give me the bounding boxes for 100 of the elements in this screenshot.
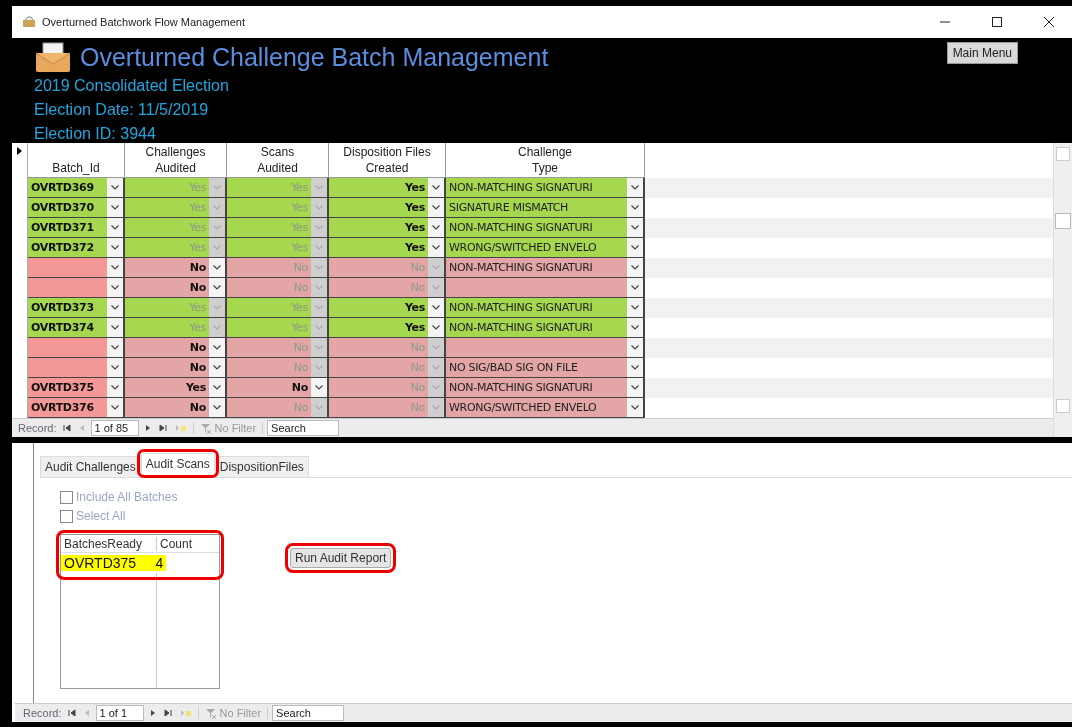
tab[interactable]: Audit Challenges (40, 456, 141, 477)
yes-no-dropdown[interactable]: Yes (329, 238, 446, 258)
caret-icon (631, 205, 639, 210)
checkbox-label: Select All (76, 509, 126, 523)
caret-icon (432, 305, 440, 310)
caret-icon (315, 205, 323, 210)
challenge-type-dropdown[interactable]: WRONG/SWITCHED ENVELO (446, 398, 645, 418)
yes-no-dropdown[interactable]: No (125, 278, 227, 298)
caret-icon (315, 305, 323, 310)
challenge-type-dropdown[interactable]: SIGNATURE MISMATCH (446, 198, 645, 218)
previous-record-icon (78, 424, 85, 432)
challenge-type-dropdown[interactable]: NON-MATCHING SIGNATURI (446, 318, 645, 338)
yes-no-dropdown[interactable]: Yes (329, 218, 446, 238)
caret-icon (213, 205, 221, 210)
caret-icon (213, 185, 221, 190)
caret-icon (315, 285, 323, 290)
challenge-type-dropdown[interactable]: NON-MATCHING SIGNATURI (446, 298, 645, 318)
challenge-type-dropdown[interactable]: NON-MATCHING SIGNATURI (446, 378, 645, 398)
yes-no-dropdown[interactable]: No (227, 378, 329, 398)
tab[interactable]: DispositionFiles (214, 456, 309, 477)
batch-id-dropdown[interactable] (28, 358, 125, 378)
caret-icon (315, 245, 323, 250)
filter-icon (204, 707, 217, 719)
challenge-type-dropdown[interactable]: NON-MATCHING SIGNATURI (446, 218, 645, 238)
main-menu-button[interactable]: Main Menu (946, 42, 1018, 64)
yes-no-dropdown[interactable]: No (125, 358, 227, 378)
yes-no-dropdown[interactable]: Yes (125, 378, 227, 398)
search-field[interactable]: Search (272, 705, 345, 721)
last-record-icon (163, 709, 172, 717)
yes-no-dropdown[interactable]: Yes (329, 198, 446, 218)
batch-id-dropdown[interactable]: OVRTD373 (28, 298, 125, 318)
caret-icon (631, 365, 639, 370)
challenge-type-dropdown[interactable]: WRONG/SWITCHED ENVELO (446, 238, 645, 258)
batch-id-dropdown[interactable]: OVRTD372 (28, 238, 125, 258)
column-header[interactable]: Batch_Id (28, 143, 125, 178)
caret-icon (111, 185, 119, 190)
caret-icon (213, 285, 221, 290)
vertical-scrollbar[interactable] (1053, 143, 1072, 437)
caret-icon (432, 225, 440, 230)
yes-no-dropdown[interactable]: Yes (329, 318, 446, 338)
yes-no-dropdown[interactable]: Yes (329, 178, 446, 198)
search-field[interactable]: Search (267, 420, 340, 436)
previous-record-icon (83, 709, 90, 717)
caret-icon (111, 245, 119, 250)
caret-icon (631, 185, 639, 190)
batch-id-dropdown[interactable] (28, 258, 125, 278)
batch-id-dropdown[interactable]: OVRTD369 (28, 178, 125, 198)
yes-no-dropdown[interactable]: No (125, 398, 227, 418)
challenge-type-dropdown[interactable]: NON-MATCHING SIGNATURI (446, 178, 645, 198)
caret-icon (213, 265, 221, 270)
challenge-type-dropdown[interactable]: NO SIG/BAD SIG ON FILE (446, 358, 645, 378)
list-column-header: BatchesReady (61, 536, 157, 551)
batch-id-dropdown[interactable]: OVRTD370 (28, 198, 125, 218)
caret-icon (631, 325, 639, 330)
first-record-icon (67, 709, 76, 717)
column-header[interactable]: Disposition Files Created (329, 143, 446, 178)
caret-icon (111, 405, 119, 410)
caret-icon (631, 385, 639, 390)
caret-icon (315, 325, 323, 330)
caret-icon (315, 225, 323, 230)
challenge-type-dropdown[interactable]: NON-MATCHING SIGNATURI (446, 258, 645, 278)
column-header[interactable]: Scans Audited (227, 143, 329, 178)
close-icon (1044, 17, 1054, 27)
caret-icon (213, 305, 221, 310)
caret-icon (315, 405, 323, 410)
challenge-type-dropdown[interactable] (446, 338, 645, 358)
challenge-type-dropdown[interactable] (446, 278, 645, 298)
caret-icon (631, 285, 639, 290)
first-record-icon (62, 424, 71, 432)
caret-icon (111, 345, 119, 350)
caret-icon (213, 325, 221, 330)
batch-id-dropdown[interactable] (28, 338, 125, 358)
caret-icon (631, 405, 639, 410)
caret-icon (111, 205, 119, 210)
caret-icon (315, 265, 323, 270)
list-item[interactable]: OVRTD375 4 (61, 555, 167, 571)
record-position-field[interactable]: 1 of 1 (95, 705, 144, 721)
caret-icon (111, 365, 119, 370)
caret-icon (432, 205, 440, 210)
caret-icon (315, 345, 323, 350)
column-header[interactable]: Challenge Type (446, 143, 645, 178)
envelope-icon (34, 41, 72, 73)
caret-icon (432, 265, 440, 270)
batch-id-dropdown[interactable]: OVRTD375 (28, 378, 125, 398)
caret-icon (315, 185, 323, 190)
caret-icon (432, 325, 440, 330)
yes-no-dropdown[interactable]: Yes (329, 298, 446, 318)
caret-icon (315, 365, 323, 370)
batch-id-dropdown[interactable]: OVRTD374 (28, 318, 125, 338)
yes-no-dropdown[interactable]: No (125, 258, 227, 278)
column-header[interactable]: Challenges Audited (125, 143, 227, 178)
caret-icon (111, 305, 119, 310)
record-position-field[interactable]: 1 of 85 (90, 420, 139, 436)
batch-id-dropdown[interactable] (28, 278, 125, 298)
batch-id-dropdown[interactable]: OVRTD371 (28, 218, 125, 238)
caret-icon (432, 285, 440, 290)
yes-no-dropdown[interactable]: No (125, 338, 227, 358)
batch-id-dropdown[interactable]: OVRTD376 (28, 398, 125, 418)
maximize-icon (992, 17, 1002, 27)
caret-icon (432, 405, 440, 410)
